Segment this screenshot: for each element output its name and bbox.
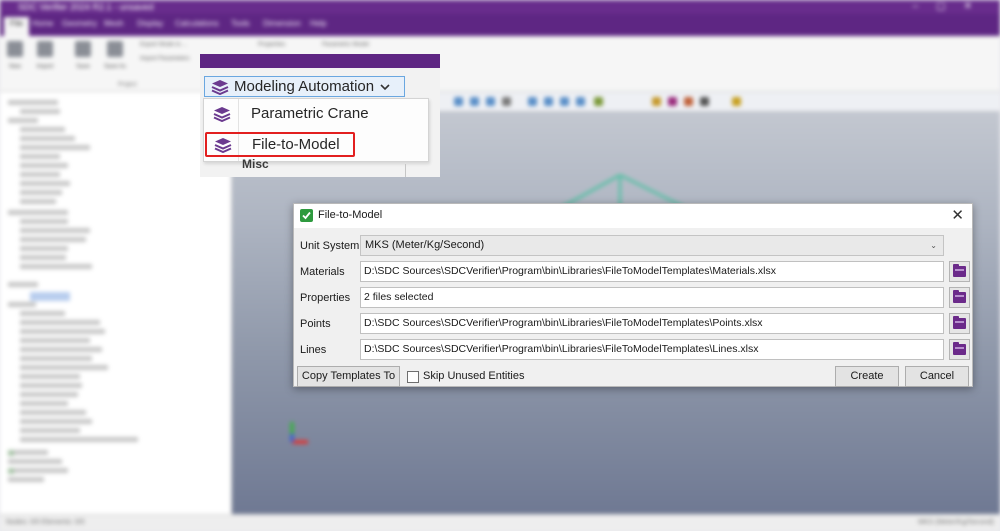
layers-icon (214, 138, 232, 153)
menu-item-parametric-crane[interactable]: Parametric Crane (204, 101, 428, 127)
menu-file[interactable]: File (4, 17, 29, 36)
import-button[interactable]: Import (34, 41, 56, 70)
unit-system-label: Unit System (300, 240, 360, 252)
layers-icon (211, 79, 229, 95)
new-file-icon (7, 41, 23, 57)
ribbon-group-label: Project (118, 82, 137, 88)
model-tree[interactable] (0, 92, 232, 514)
group-divider (405, 164, 406, 177)
app-title: SDC Verifier 2024 R2.1 - unsaved (18, 2, 154, 12)
file-to-model-label: File-to-Model (252, 136, 340, 153)
chevron-down-icon: ⌄ (930, 241, 937, 250)
window-controls[interactable]: –▢✕ (913, 0, 990, 14)
tree-items (8, 100, 138, 482)
lines-label: Lines (300, 344, 327, 356)
menu-bar: File Home Geometry Mesh Display Calculat… (0, 14, 1000, 36)
properties-browse-button[interactable] (949, 287, 970, 308)
folder-icon (953, 290, 966, 303)
import-parameters-option[interactable]: Import Parameters (140, 56, 190, 62)
dialog-title: File-to-Model (318, 209, 383, 221)
ribbon-band (200, 54, 440, 68)
export-option[interactable]: Export Mode to ... (140, 42, 187, 48)
materials-path-field[interactable]: D:\SDC Sources\SDCVerifier\Program\bin\L… (360, 261, 944, 282)
cancel-button[interactable]: Cancel (905, 366, 969, 387)
save-as-label: Save As (104, 64, 127, 70)
points-path-field[interactable]: D:\SDC Sources\SDCVerifier\Program\bin\L… (360, 313, 944, 334)
close-icon[interactable]: ✕ (951, 206, 964, 224)
modeling-automation-button[interactable]: Modeling Automation (204, 76, 405, 97)
parametric-crane-label: Parametric Crane (251, 105, 369, 122)
save-label: Save (76, 64, 90, 70)
status-bar: Nodes: 0/0 Elements: 0/0 MKS (Meter/Kg/S… (0, 514, 1000, 531)
points-browse-button[interactable] (949, 313, 970, 334)
create-button[interactable]: Create (835, 366, 899, 387)
lines-browse-button[interactable] (949, 339, 970, 360)
materials-browse-button[interactable] (949, 261, 970, 282)
misc-group-label: Misc (242, 157, 269, 171)
menu-help[interactable]: Help (310, 19, 326, 28)
new-label: New (8, 64, 21, 70)
menu-dimension[interactable]: Dimension (263, 19, 301, 28)
layers-icon (213, 107, 231, 122)
save-button[interactable]: Save (72, 41, 94, 70)
copy-templates-button[interactable]: Copy Templates To (297, 366, 400, 387)
checkmark-icon (300, 209, 313, 222)
skip-unused-checkbox[interactable] (407, 371, 419, 383)
properties-path-field[interactable]: 2 files selected (360, 287, 944, 308)
menu-geometry[interactable]: Geometry (62, 19, 97, 28)
unit-system-value: MKS (Meter/Kg/Second) (365, 239, 485, 251)
lines-path-field[interactable]: D:\SDC Sources\SDCVerifier\Program\bin\L… (360, 339, 944, 360)
import-label: Import (36, 64, 54, 70)
properties-option[interactable]: Properties (258, 42, 285, 48)
properties-label: Properties (300, 292, 351, 304)
unit-system-select[interactable]: MKS (Meter/Kg/Second) ⌄ (360, 235, 944, 256)
folder-icon (953, 264, 966, 277)
modeling-automation-label: Modeling Automation (234, 78, 375, 95)
app-title-bar: SDC Verifier 2024 R2.1 - unsaved –▢✕ (0, 0, 1000, 14)
dialog-title-bar: File-to-Model ✕ (294, 204, 972, 228)
new-button[interactable]: New (4, 41, 26, 70)
skip-unused-label: Skip Unused Entities (423, 370, 525, 382)
points-label: Points (300, 318, 331, 330)
menu-mesh[interactable]: Mesh (104, 19, 124, 28)
status-units: MKS (Meter/Kg/Second) (918, 519, 994, 526)
menu-item-file-to-model[interactable]: File-to-Model (205, 132, 355, 157)
modeling-automation-menu: Parametric Crane File-to-Model (203, 98, 429, 162)
folder-icon (953, 316, 966, 329)
chevron-down-icon (380, 83, 390, 90)
parametric-model-option[interactable]: Parametric Model (322, 42, 369, 48)
materials-label: Materials (300, 266, 345, 278)
menu-home[interactable]: Home (32, 19, 53, 28)
modeling-automation-panel: Modeling Automation Parametric Crane Fil… (200, 54, 440, 177)
menu-calculations[interactable]: Calculations (175, 19, 219, 28)
save-as-icon (107, 41, 123, 57)
menu-display[interactable]: Display (137, 19, 163, 28)
ribbon: New Import Save Save As Export Mode to .… (0, 36, 1000, 92)
file-to-model-dialog: File-to-Model ✕ Unit System MKS (Meter/K… (293, 203, 973, 387)
save-as-button[interactable]: Save As (104, 41, 126, 70)
save-icon (75, 41, 91, 57)
folder-icon (953, 342, 966, 355)
import-icon (37, 41, 53, 57)
status-left: Nodes: 0/0 Elements: 0/0 (6, 519, 85, 526)
menu-tools[interactable]: Tools (231, 19, 250, 28)
